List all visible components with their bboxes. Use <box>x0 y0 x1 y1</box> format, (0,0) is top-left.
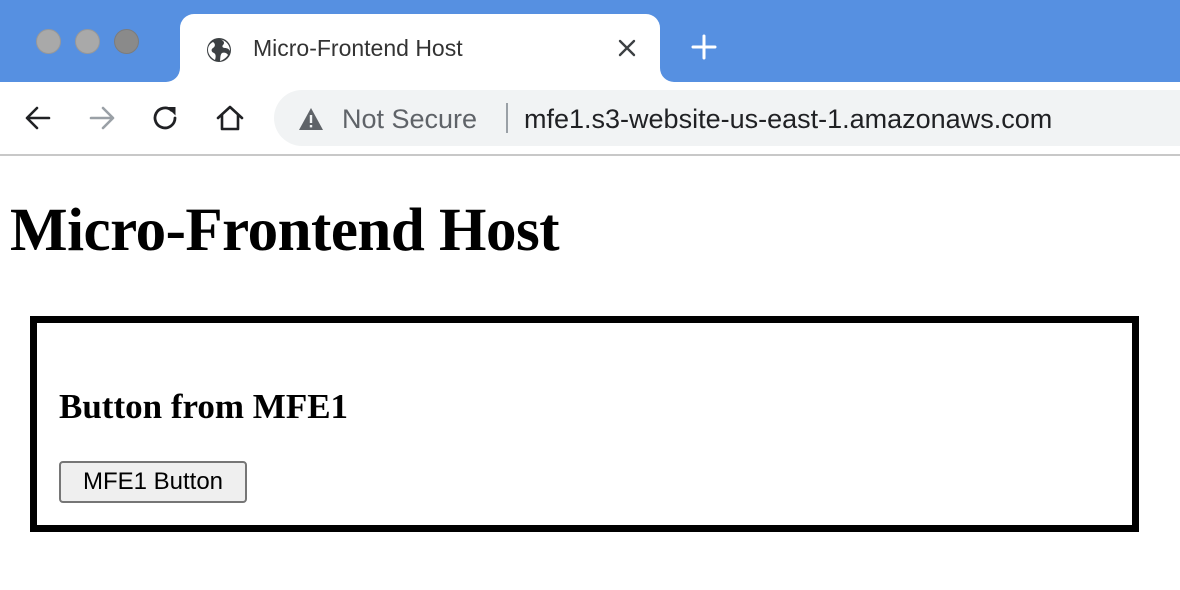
tab-title: Micro-Frontend Host <box>253 35 463 61</box>
tab-strip: Micro-Frontend Host <box>0 0 1180 82</box>
address-bar[interactable]: Not Secure mfe1.s3-website-us-east-1.ama… <box>274 90 1180 146</box>
url-text[interactable]: mfe1.s3-website-us-east-1.amazonaws.com <box>524 104 1052 135</box>
mfe-heading: Button from MFE1 <box>59 387 349 426</box>
page-title: Micro-Frontend Host <box>10 197 560 264</box>
reload-icon[interactable] <box>150 102 182 134</box>
address-bar-divider <box>506 103 508 133</box>
warning-icon[interactable] <box>298 107 324 131</box>
back-arrow-icon[interactable] <box>22 102 54 134</box>
home-icon[interactable] <box>214 102 246 134</box>
browser-toolbar: Not Secure mfe1.s3-website-us-east-1.ama… <box>0 82 1180 156</box>
mfe1-button[interactable]: MFE1 Button <box>59 461 247 503</box>
mfe-container: Button from MFE1 MFE1 Button <box>30 316 1139 532</box>
minimize-window-button[interactable] <box>75 29 100 54</box>
globe-icon <box>207 38 231 62</box>
maximize-window-button[interactable] <box>114 29 139 54</box>
new-tab-icon[interactable] <box>690 33 718 61</box>
close-window-button[interactable] <box>36 29 61 54</box>
browser-tab[interactable]: Micro-Frontend Host <box>180 14 660 82</box>
forward-arrow-icon[interactable] <box>86 102 118 134</box>
close-tab-icon[interactable] <box>616 37 638 59</box>
security-status-label[interactable]: Not Secure <box>342 104 477 135</box>
